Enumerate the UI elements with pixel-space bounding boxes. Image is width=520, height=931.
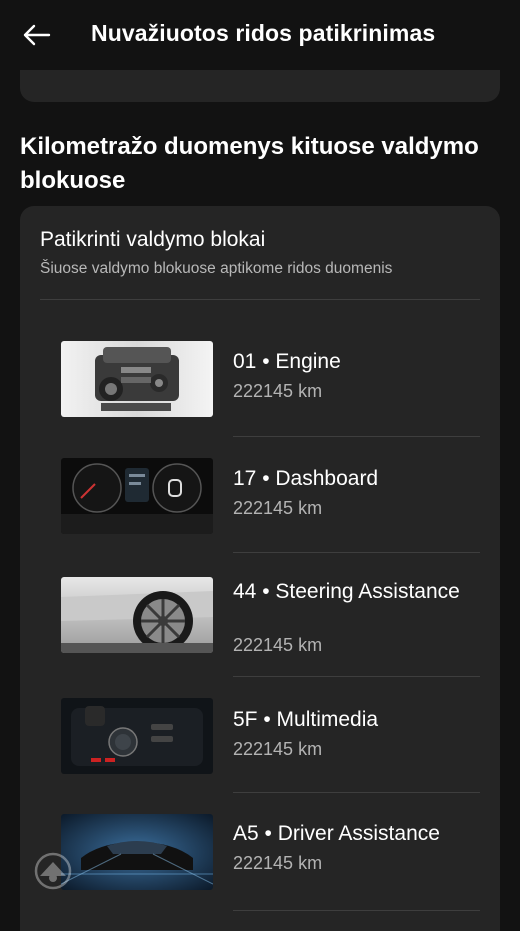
page-title: Nuvažiuotos ridos patikrinimas (91, 20, 436, 46)
section-title: Kilometražo duomenys kituose valdymo blo… (20, 133, 479, 194)
list-item-multimedia[interactable]: 5F • Multimedia 222145 km (20, 677, 500, 793)
row-divider (233, 910, 480, 911)
multimedia-image (61, 698, 213, 774)
module-name: 01 • Engine (233, 350, 341, 373)
module-name: A5 • Driver Assistance (233, 822, 440, 845)
watermark-logo (34, 852, 72, 890)
back-button[interactable] (16, 17, 56, 53)
card-subtitle: Šiuose valdymo blokuose aptikome ridos d… (40, 260, 393, 277)
module-mileage: 222145 km (233, 498, 323, 518)
app-screen: Nuvažiuotos ridos patikrinimas Kilometra… (0, 0, 520, 931)
control-units-card: Patikrinti valdymo blokai Šiuose valdymo… (20, 206, 500, 931)
top-app-bar: Nuvažiuotos ridos patikrinimas (0, 0, 520, 70)
list-item-driver-assistance[interactable]: A5 • Driver Assistance 222145 km (20, 793, 500, 911)
module-name: 44 • Steering Assistance (233, 580, 460, 603)
card-title: Patikrinti valdymo blokai (40, 228, 266, 251)
dashboard-image (61, 458, 213, 534)
list-item-dashboard[interactable]: 17 • Dashboard 222145 km (20, 437, 500, 553)
control-units-list: 01 • Engine 222145 km 17 • Dashboard 222… (20, 300, 500, 911)
wheel-image (61, 577, 213, 653)
module-mileage: 222145 km (233, 635, 323, 655)
list-item-steering-assistance[interactable]: 44 • Steering Assistance 222145 km (20, 553, 500, 677)
list-item-engine[interactable]: 01 • Engine 222145 km (20, 300, 500, 437)
module-mileage: 222145 km (233, 853, 323, 873)
engine-image (61, 341, 213, 417)
module-mileage: 222145 km (233, 739, 323, 759)
module-name: 5F • Multimedia (233, 708, 379, 731)
arrow-left-icon (23, 24, 51, 46)
module-name: 17 • Dashboard (233, 467, 379, 490)
driver-assistance-image (61, 814, 213, 890)
module-mileage: 222145 km (233, 381, 323, 401)
